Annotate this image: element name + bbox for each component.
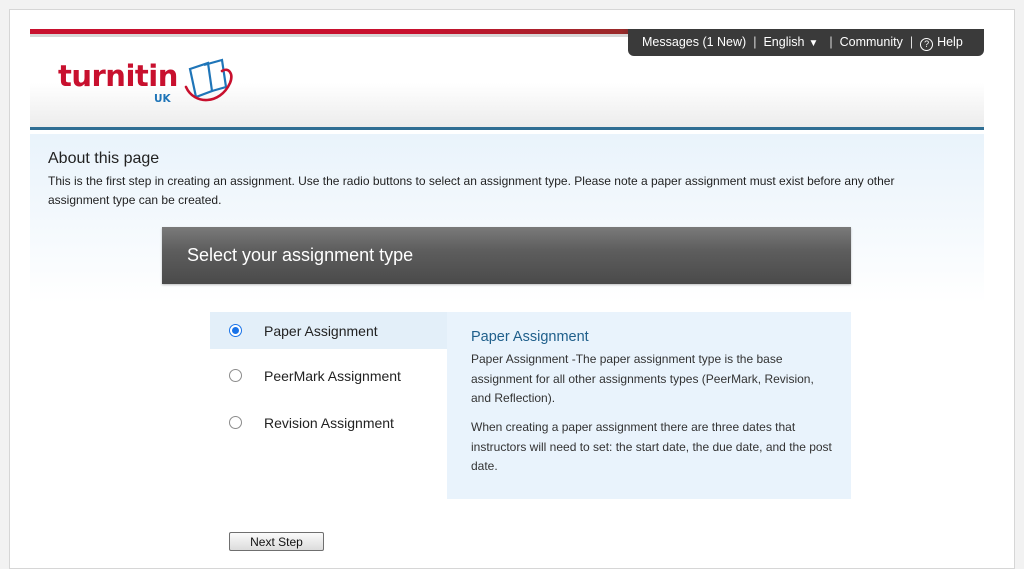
logo-region: UK — [154, 93, 171, 105]
option-label: Paper Assignment — [264, 323, 378, 339]
about-description: This is the first step in creating an as… — [48, 174, 895, 207]
description-paragraph: Paper Assignment -The paper assignment t… — [471, 352, 814, 405]
help-link[interactable]: ? Help — [920, 29, 963, 56]
caret-down-icon: ▼ — [808, 37, 819, 49]
language-dropdown[interactable]: English ▼ — [763, 29, 818, 57]
community-link[interactable]: Community — [840, 29, 903, 56]
option-paper-assignment[interactable]: Paper Assignment — [210, 312, 447, 349]
next-step-button[interactable]: Next Step — [229, 532, 324, 551]
option-revision-assignment[interactable]: Revision Assignment — [210, 400, 447, 447]
help-label: Help — [937, 35, 963, 49]
option-peermark-assignment[interactable]: PeerMark Assignment — [210, 353, 447, 400]
radio-button[interactable] — [229, 416, 242, 429]
turnitin-logo[interactable]: turnitin UK — [58, 58, 248, 115]
header-gray-stripe — [30, 34, 630, 37]
assignment-type-options: Paper Assignment PeerMark Assignment Rev… — [210, 312, 447, 447]
separator: | — [829, 35, 833, 49]
description-paragraph: When creating a paper assignment there a… — [471, 420, 832, 473]
radio-button[interactable] — [229, 324, 242, 337]
header-divider — [30, 127, 984, 130]
top-utility-bar: Messages (1 New) | English ▼ | Community … — [628, 29, 984, 56]
page-frame: Messages (1 New) | English ▼ | Community … — [9, 9, 1015, 569]
about-title: About this page — [48, 150, 160, 167]
logo-wordmark: turnitin — [58, 59, 178, 93]
language-label: English — [763, 34, 805, 49]
separator: | — [753, 35, 757, 49]
help-icon: ? — [920, 38, 934, 51]
main-content: About this page This is the first step i… — [30, 134, 984, 568]
assignment-description-panel: Paper Assignment Paper Assignment -The p… — [447, 312, 851, 499]
radio-button[interactable] — [229, 369, 242, 382]
separator: | — [909, 35, 914, 49]
option-label: Revision Assignment — [264, 415, 394, 431]
description-title: Paper Assignment — [471, 329, 589, 345]
turnitin-swoosh-icon — [184, 58, 233, 102]
site-header: Messages (1 New) | English ▼ | Community … — [30, 29, 984, 127]
messages-link[interactable]: Messages (1 New) — [642, 29, 746, 56]
section-header: Select your assignment type — [162, 227, 851, 284]
option-label: PeerMark Assignment — [264, 368, 401, 384]
